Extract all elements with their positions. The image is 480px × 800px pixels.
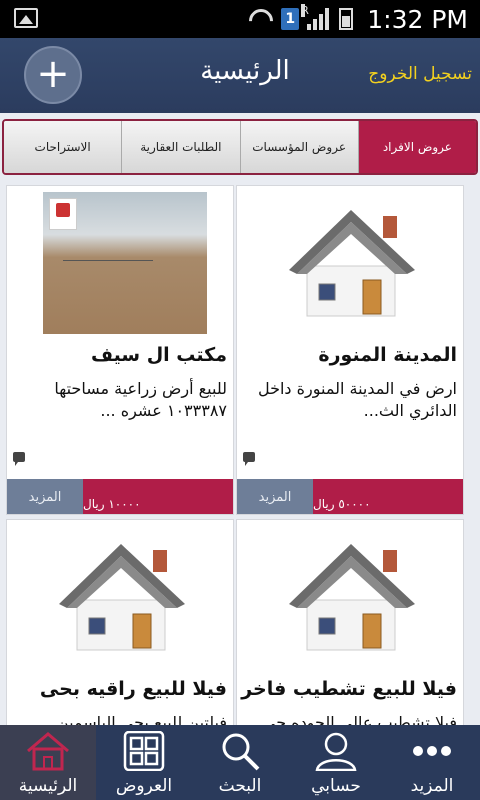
nav-home[interactable]: الرئيسية [0, 725, 96, 800]
listings-grid: المدينة المنورة ارض في المدينة المنورة د… [6, 185, 474, 725]
nav-label: العروض [115, 776, 173, 796]
listing-title: المدينة المنورة [318, 344, 457, 366]
status-bar: 1 R 1:32 PM [0, 0, 480, 38]
tab-real-estate-requests[interactable]: الطلبات العقارية [121, 121, 240, 173]
nav-label: المزيد [410, 776, 454, 796]
listing-price: ٥٠٠٠٠ ريال [313, 479, 463, 514]
page-title: الرئيسية [200, 56, 290, 86]
category-tabs: الاستراحات الطلبات العقارية عروض المؤسسا… [0, 113, 480, 183]
house-icon [289, 544, 415, 651]
nav-label: البحث [218, 776, 262, 796]
nav-label: الرئيسية [18, 776, 78, 796]
gallery-notification-icon [14, 8, 38, 28]
bottom-navigation: الرئيسية العروض البحث حسابي المزيد [0, 725, 480, 800]
agency-logo [49, 198, 77, 230]
more-button[interactable]: المزيد [237, 479, 313, 514]
tab-rest-houses[interactable]: الاستراحات [4, 121, 122, 173]
listing-card[interactable]: فيلا للبيع تشطيب فاخر فيلا تشطيب عالي ال… [236, 519, 464, 725]
signal-icon: R [301, 4, 331, 30]
battery-icon [339, 8, 354, 30]
comment-icon [243, 452, 255, 466]
logout-link[interactable]: تسجيل الخروج [368, 64, 472, 84]
status-time: 1:32 PM [367, 4, 468, 34]
house-icon [59, 544, 185, 651]
nav-more[interactable]: المزيد [384, 725, 480, 800]
tab-company-offers[interactable]: عروض المؤسسات [239, 121, 358, 173]
nav-label: حسابي [311, 776, 361, 796]
status-icons: 1 R 1:32 PM [249, 4, 468, 34]
grid-icon [123, 731, 165, 771]
comment-icon [13, 452, 25, 466]
add-button[interactable]: + [24, 46, 82, 104]
search-icon [222, 733, 260, 771]
home-icon [27, 732, 69, 771]
more-dots-icon [413, 746, 451, 756]
listing-title: مكتب ال سيف [91, 344, 227, 366]
roaming-indicator: R [301, 4, 309, 17]
land-photo [43, 192, 207, 334]
user-icon [315, 732, 357, 771]
listing-card[interactable]: المدينة المنورة ارض في المدينة المنورة د… [236, 185, 464, 515]
more-button[interactable]: المزيد [7, 479, 83, 514]
listing-title: فيلا للبيع تشطيب فاخر [241, 678, 457, 700]
listing-description: ارض في المدينة المنورة داخل الدائري الث.… [257, 379, 457, 420]
nav-offers[interactable]: العروض [96, 725, 192, 800]
app-header: + الرئيسية تسجيل الخروج [0, 38, 480, 113]
listing-card[interactable]: فيلا للبيع راقيه بحى فيلتين للبيع بحي ال… [6, 519, 234, 725]
nav-search[interactable]: البحث [192, 725, 288, 800]
wifi-icon [249, 9, 273, 29]
tab-individual-offers[interactable]: عروض الافراد [357, 121, 476, 173]
sim-icon: 1 [281, 8, 300, 30]
nav-account[interactable]: حسابي [288, 725, 384, 800]
house-icon [289, 210, 415, 317]
listing-title: فيلا للبيع راقيه بحى [39, 678, 227, 700]
listing-description: للبيع أرض زراعية مساحتها ١٠٣٣٣٨٧ عشره ..… [54, 379, 227, 420]
listing-description: فيلا تشطيب عالي الجوده حي [262, 713, 457, 725]
listing-description: فيلتين للبيع بحي الياسمين [56, 713, 227, 725]
listing-price: ١٠٠٠٠ ريال [83, 479, 233, 514]
listing-card[interactable]: مكتب ال سيف للبيع أرض زراعية مساحتها ١٠٣… [6, 185, 234, 515]
